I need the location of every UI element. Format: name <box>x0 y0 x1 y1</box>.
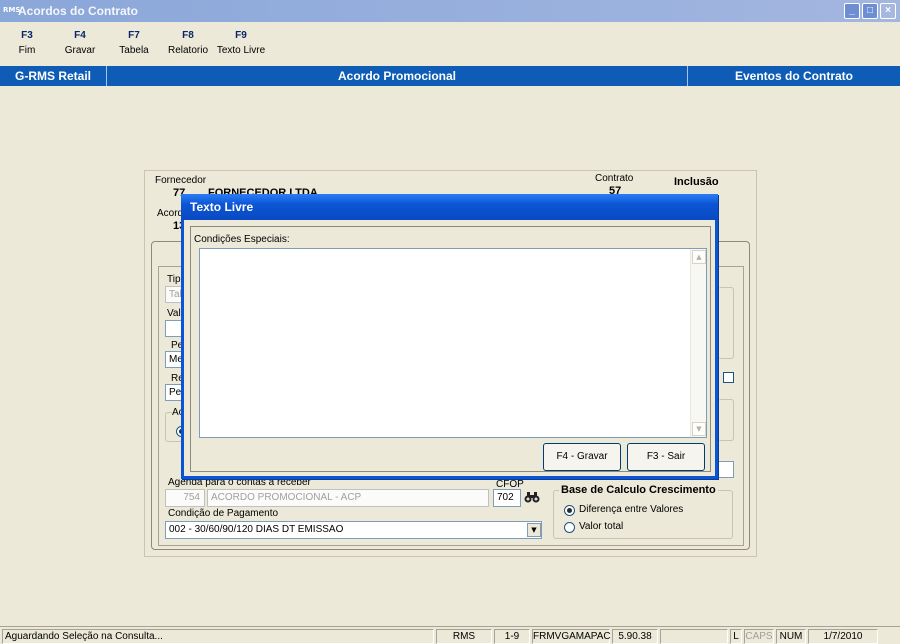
right-groupbox-2 <box>718 399 734 441</box>
header-screen-title: Acordo Promocional <box>337 69 456 83</box>
diferenca-radio[interactable] <box>564 505 575 516</box>
title-bar: RMS Acordos do Contrato _ □ × <box>0 0 900 22</box>
mode-label: Inclusão <box>674 176 719 188</box>
status-version: 5.90.38 <box>612 629 658 644</box>
toolbar-key: F9 <box>235 30 247 41</box>
toolbar-fim-button[interactable]: F3 Fim <box>17 30 37 56</box>
toolbar-texto-livre-button[interactable]: F9 Texto Livre <box>215 30 267 56</box>
dialog-title: Texto Livre <box>181 194 718 220</box>
toolbar-label: Fim <box>18 45 36 56</box>
header-events-link[interactable]: Eventos do Contrato <box>688 66 900 86</box>
status-bar: Aguardando Seleção na Consulta... RMS 1-… <box>0 626 900 644</box>
cfop-field[interactable]: 702 <box>493 489 521 507</box>
right-field[interactable] <box>718 461 734 478</box>
status-empty-panel <box>660 629 728 644</box>
conditions-textarea[interactable]: ▲ ▼ <box>199 248 707 438</box>
status-system: RMS <box>436 629 492 644</box>
base-calculo-title: Base de Calculo Crescimento <box>559 484 718 496</box>
option-checkbox[interactable] <box>723 372 734 383</box>
toolbar-key: F7 <box>128 30 140 41</box>
toolbar: F3 Fim F4 Gravar F7 Tabela F8 Relatorio … <box>0 22 900 66</box>
condicao-select[interactable]: 002 - 30/60/90/120 DIAS DT EMISSAO <box>165 521 542 539</box>
contrato-label: Contrato <box>595 173 634 184</box>
right-groupbox <box>718 287 734 359</box>
window-controls: _ □ × <box>844 3 896 19</box>
scroll-down-icon[interactable]: ▼ <box>692 422 706 436</box>
status-num: NUM <box>776 629 806 644</box>
toolbar-label: Relatorio <box>167 45 209 56</box>
conditions-label: Condições Especiais: <box>194 234 290 245</box>
diferenca-label: Diferença entre Valores <box>579 504 684 515</box>
acordo-label: Acord <box>157 208 184 219</box>
status-message: Aguardando Seleção na Consulta... <box>2 629 434 644</box>
status-range: 1-9 <box>494 629 530 644</box>
toolbar-key: F3 <box>21 30 33 41</box>
toolbar-key: F8 <box>182 30 194 41</box>
save-button[interactable]: F4 - Gravar <box>543 443 621 471</box>
status-caps: CAPS <box>744 629 774 644</box>
window-title: Acordos do Contrato <box>18 4 138 18</box>
toolbar-label: Texto Livre <box>216 45 266 56</box>
binoculars-icon[interactable] <box>524 489 540 505</box>
toolbar-label: Tabela <box>119 45 149 56</box>
minimize-button[interactable]: _ <box>844 3 860 19</box>
agenda-desc-field[interactable]: ACORDO PROMOCIONAL - ACP <box>207 489 489 507</box>
status-date: 1/7/2010 <box>808 629 878 644</box>
scroll-up-icon[interactable]: ▲ <box>692 250 706 264</box>
valor-total-label: Valor total <box>579 521 624 532</box>
status-l: L <box>730 629 742 644</box>
toolbar-key: F4 <box>74 30 86 41</box>
toolbar-relatorio-button[interactable]: F8 Relatorio <box>166 30 210 56</box>
toolbar-label: Gravar <box>64 45 96 56</box>
vertical-scrollbar[interactable]: ▲ ▼ <box>690 249 706 437</box>
maximize-button[interactable]: □ <box>862 3 878 19</box>
toolbar-tabela-button[interactable]: F7 Tabela <box>116 30 152 56</box>
chevron-down-icon[interactable]: ▼ <box>527 523 541 537</box>
texto-livre-dialog: Texto Livre Condições Especiais: ▲ ▼ F4 -… <box>181 194 718 479</box>
fornecedor-label: Fornecedor <box>155 175 207 186</box>
close-button[interactable]: × <box>880 3 896 19</box>
status-form-name: FRMVGAMAPAC <box>532 629 611 644</box>
section-header: G-RMS Retail Acordo Promocional Eventos … <box>0 66 900 86</box>
valor-total-radio[interactable] <box>564 522 575 533</box>
condicao-label: Condição de Pagamento <box>168 508 279 519</box>
exit-button[interactable]: F3 - Sair <box>627 443 705 471</box>
agenda-code-field[interactable]: 754 <box>165 489 205 507</box>
header-product: G-RMS Retail <box>14 69 91 83</box>
toolbar-gravar-button[interactable]: F4 Gravar <box>62 30 98 56</box>
